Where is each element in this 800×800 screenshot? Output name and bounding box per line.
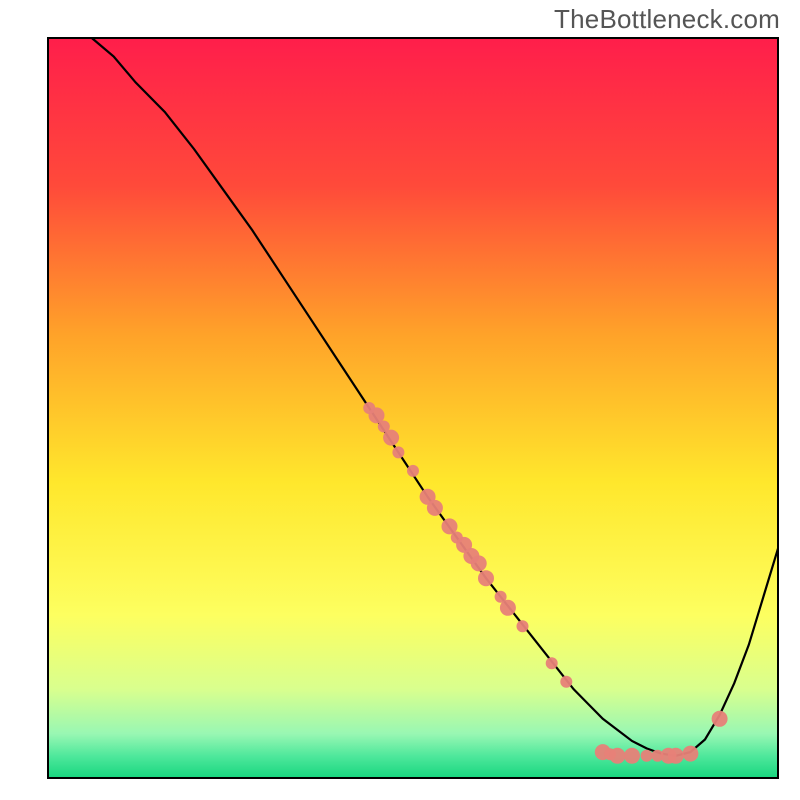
plot-area: [48, 38, 778, 778]
data-point: [471, 555, 487, 571]
data-point: [546, 657, 558, 669]
data-point: [668, 748, 684, 764]
data-point: [517, 620, 529, 632]
data-point: [624, 748, 640, 764]
data-point: [560, 676, 572, 688]
data-point: [427, 500, 443, 516]
watermark-label: TheBottleneck.com: [554, 4, 780, 35]
data-point: [641, 750, 653, 762]
data-point: [682, 746, 698, 762]
data-point: [407, 465, 419, 477]
data-point: [500, 600, 516, 616]
data-point: [383, 430, 399, 446]
data-point: [712, 711, 728, 727]
data-point: [478, 570, 494, 586]
data-point: [609, 748, 625, 764]
plot-svg: [0, 0, 800, 800]
chart-container: TheBottleneck.com: [0, 0, 800, 800]
data-point: [392, 446, 404, 458]
